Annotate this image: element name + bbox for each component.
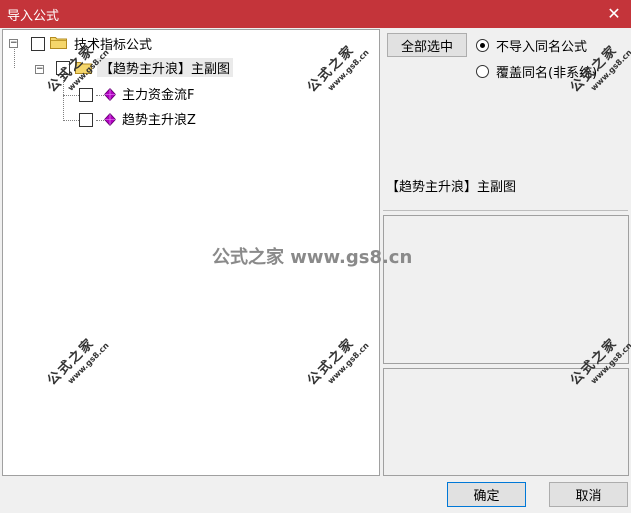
gem-icon — [104, 113, 116, 126]
formula-description-panel — [383, 215, 629, 364]
tree-connector — [96, 120, 104, 121]
cancel-button[interactable]: 取消 — [549, 482, 628, 507]
title-bar: 导入公式 ✕ — [0, 0, 631, 28]
tree-item-label[interactable]: 趋势主升浪Z — [122, 109, 196, 128]
window-title: 导入公式 — [7, 9, 60, 24]
radio-overwrite-same[interactable] — [476, 65, 489, 78]
checkbox-item-2[interactable] — [79, 113, 93, 127]
checkbox-group[interactable] — [56, 61, 70, 75]
select-all-button[interactable]: 全部选中 — [387, 33, 467, 57]
gem-icon — [104, 88, 116, 101]
formula-tree[interactable]: − 技术指标公式 − 【趋势主升浪】主副图 主力资金流F 趋势主升浪Z — [2, 29, 380, 476]
option-overwrite-same[interactable]: 覆盖同名(非系统) — [476, 62, 597, 81]
formula-detail-panel — [383, 368, 629, 476]
tree-connector — [96, 95, 104, 96]
radio-no-import-same[interactable] — [476, 39, 489, 52]
formula-name-text: 【趋势主升浪】主副图 — [386, 180, 517, 195]
formula-name-display: 【趋势主升浪】主副图 — [383, 173, 628, 211]
tree-item-label[interactable]: 主力资金流F — [122, 84, 194, 103]
tree-root-label[interactable]: 技术指标公式 — [74, 34, 152, 53]
ok-button[interactable]: 确定 — [447, 482, 526, 507]
tree-connector — [63, 74, 64, 121]
folder-icon — [50, 37, 67, 49]
checkbox-item-1[interactable] — [79, 88, 93, 102]
tree-connector — [14, 46, 15, 68]
option-overwrite-same-label: 覆盖同名(非系统) — [496, 66, 598, 81]
close-icon[interactable]: ✕ — [605, 3, 623, 23]
expander-root[interactable]: − — [9, 39, 18, 48]
option-no-import-same[interactable]: 不导入同名公式 — [476, 36, 587, 55]
tree-group-label[interactable]: 【趋势主升浪】主副图 — [97, 58, 234, 77]
folder-icon — [75, 62, 92, 74]
checkbox-root[interactable] — [31, 37, 45, 51]
expander-group[interactable]: − — [35, 65, 44, 74]
option-no-import-same-label: 不导入同名公式 — [496, 40, 588, 55]
